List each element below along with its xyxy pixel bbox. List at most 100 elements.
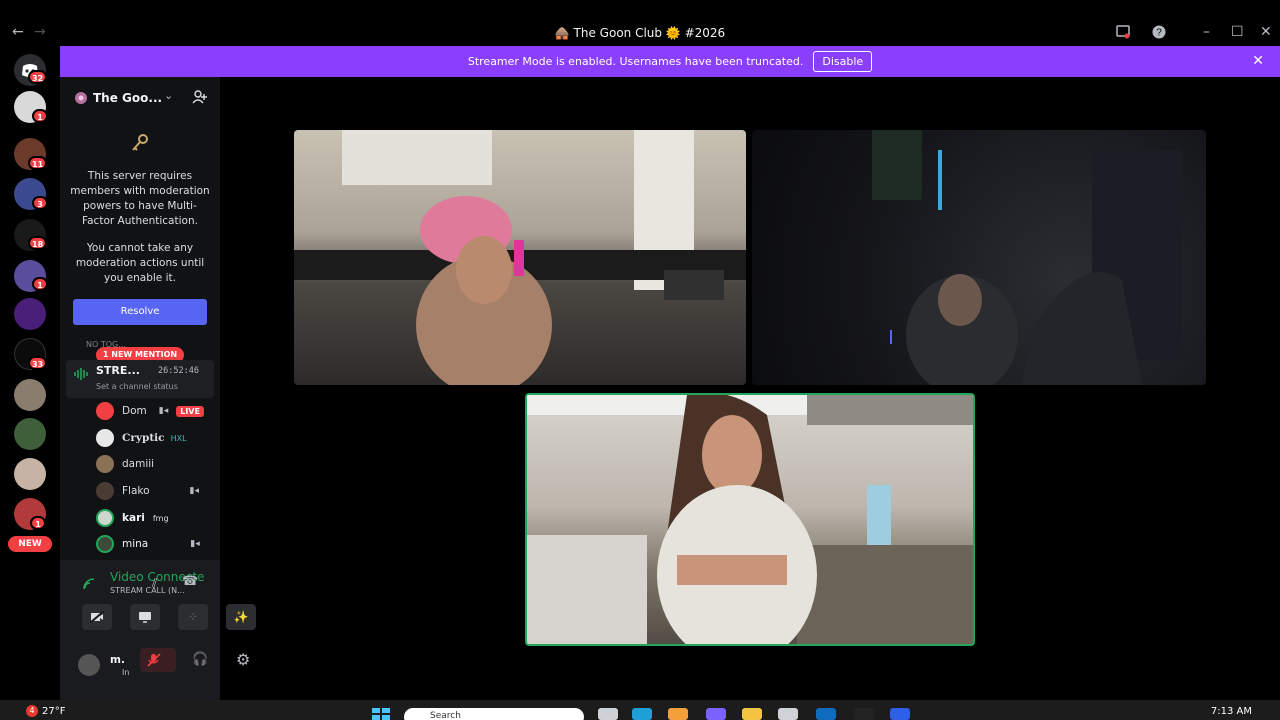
member-name: Flako <box>122 485 150 497</box>
mfa-warning: You cannot take any moderation actions u… <box>75 242 205 284</box>
server-header[interactable]: The Goo... ⌄ <box>60 77 220 117</box>
camera-off-button[interactable] <box>82 604 112 630</box>
weather-widget[interactable]: 27°F <box>42 706 65 717</box>
taskview-icon[interactable] <box>598 708 618 720</box>
notification-badge: 1 <box>32 277 48 291</box>
channel-status[interactable]: Set a channel status <box>96 382 178 391</box>
resolve-button[interactable]: Resolve <box>73 299 207 325</box>
server-icon[interactable] <box>14 298 46 330</box>
inbox-icon[interactable] <box>1116 25 1130 43</box>
video-frame <box>294 130 746 385</box>
server-emoji-icon <box>74 90 88 109</box>
close-window-icon[interactable]: ✕ <box>1260 24 1272 40</box>
username: m. <box>110 654 125 666</box>
app-icon[interactable] <box>890 708 910 720</box>
notification-badge: 1 <box>32 109 48 123</box>
member-kari[interactable]: kari fmg <box>96 508 216 528</box>
user-status: In <box>122 668 130 677</box>
camera-icon: ▮◂ <box>158 406 169 416</box>
mfa-notice: This server requires members with modera… <box>70 170 210 227</box>
help-icon[interactable]: ? <box>1152 25 1166 43</box>
close-banner-icon[interactable]: ✕ <box>1252 53 1264 69</box>
camera-icon: ▮◂ <box>189 486 200 496</box>
chevron-down-icon[interactable]: ⌄ <box>164 89 173 102</box>
member-name: damiii <box>122 458 155 470</box>
store-icon[interactable] <box>778 708 798 720</box>
member-name: kari <box>122 512 145 524</box>
avatar <box>96 402 114 420</box>
server-icon[interactable] <box>14 379 46 411</box>
stream-timer: 26:52:46 <box>158 366 199 376</box>
avatar <box>96 455 114 473</box>
member-flako[interactable]: Flako ▮◂ <box>96 481 216 501</box>
video-frame <box>527 395 973 644</box>
disable-streamer-mode-button[interactable]: Disable <box>813 51 873 72</box>
weather-badge: 4 <box>26 705 38 717</box>
member-tag: fmg <box>152 513 169 523</box>
server-icon[interactable] <box>14 458 46 490</box>
streamer-mode-banner: Streamer Mode is enabled. Usernames have… <box>60 46 1280 77</box>
voice-channel-label[interactable]: STREAM CALL (N... <box>110 586 185 595</box>
gear-icon[interactable]: ⚙ <box>236 650 250 669</box>
app-icon[interactable] <box>854 708 874 720</box>
server-rail: 32 1 11 3 18 1 33 1 NEW <box>0 46 60 700</box>
svg-text:?: ? <box>1156 28 1162 39</box>
new-servers-pill[interactable]: NEW <box>8 536 52 552</box>
channel-sidebar: The Goo... ⌄ This server requires member… <box>60 77 256 700</box>
video-frame <box>872 130 1182 385</box>
member-name: Cryptic <box>122 432 165 444</box>
voice-wave-icon <box>74 365 88 384</box>
activities-button[interactable]: ⁘ <box>178 604 208 630</box>
server-icon[interactable] <box>14 418 46 450</box>
camera-icon: ▮◂ <box>190 539 200 549</box>
video-tile-stream-1[interactable] <box>294 130 746 385</box>
taskbar-search[interactable]: Search <box>404 708 584 720</box>
mute-button[interactable] <box>140 648 176 672</box>
notification-badge: 33 <box>28 356 48 370</box>
hp-icon[interactable] <box>816 708 836 720</box>
voice-status-panel: Video Connecte STREAM CALL (N... ⫽ ☎ ⁘ ✨… <box>60 560 256 700</box>
minimize-icon[interactable]: – <box>1203 24 1210 40</box>
taskbar-clock[interactable]: 7:13 AM <box>1211 706 1252 717</box>
disconnect-icon[interactable]: ☎ <box>182 574 198 589</box>
member-tag: HXL <box>170 433 187 443</box>
maximize-icon[interactable]: ☐ <box>1231 24 1244 40</box>
voice-channel-stream[interactable]: STRE... 26:52:46 Set a channel status <box>66 360 214 398</box>
avatar <box>96 509 114 527</box>
banner-message: Streamer Mode is enabled. Usernames have… <box>467 55 804 68</box>
notification-badge: 18 <box>28 236 48 250</box>
screen-share-button[interactable] <box>130 604 160 630</box>
member-cryptic[interactable]: Cryptic HXL <box>96 428 216 448</box>
windows-taskbar: 4 27°F Search 7:13 AM <box>0 700 1280 720</box>
server-name: The Goo... <box>93 91 163 105</box>
notification-badge: 3 <box>32 196 48 210</box>
soundboard-button[interactable]: ✨ <box>226 604 256 630</box>
avatar <box>96 535 114 553</box>
discord-app-icon[interactable] <box>706 708 726 720</box>
member-mina[interactable]: mina ▮◂ <box>96 534 216 554</box>
member-name: Dom <box>122 405 147 417</box>
invite-people-icon[interactable] <box>192 89 208 109</box>
video-tile-stream-3[interactable] <box>525 393 975 646</box>
headphones-icon[interactable]: 🎧 <box>192 652 208 667</box>
file-explorer-icon[interactable] <box>742 708 762 720</box>
member-dom[interactable]: Dom ▮◂ LIVE <box>96 401 216 421</box>
window-title: 🛖 The Goon Club 🌞 #2026 <box>554 26 726 40</box>
avatar <box>96 482 114 500</box>
key-icon <box>130 133 150 157</box>
windows-start-icon[interactable] <box>372 708 390 720</box>
avatar <box>96 429 114 447</box>
video-tile-stream-2[interactable] <box>752 130 1206 385</box>
app-icon[interactable] <box>668 708 688 720</box>
notification-badge: 11 <box>28 156 48 170</box>
title-bar: ← → 🛖 The Goon Club 🌞 #2026 ? – ☐ ✕ <box>0 0 1280 46</box>
notification-badge: 32 <box>28 70 48 84</box>
connection-icon <box>82 576 96 595</box>
channel-name: STRE... <box>96 364 140 377</box>
avatar[interactable] <box>78 654 100 676</box>
member-damiii[interactable]: damiii <box>96 454 216 474</box>
noise-suppression-icon[interactable]: ⫽ <box>152 576 157 591</box>
notification-badge: 1 <box>30 516 46 530</box>
live-badge: LIVE <box>176 405 204 417</box>
edge-icon[interactable] <box>632 708 652 720</box>
